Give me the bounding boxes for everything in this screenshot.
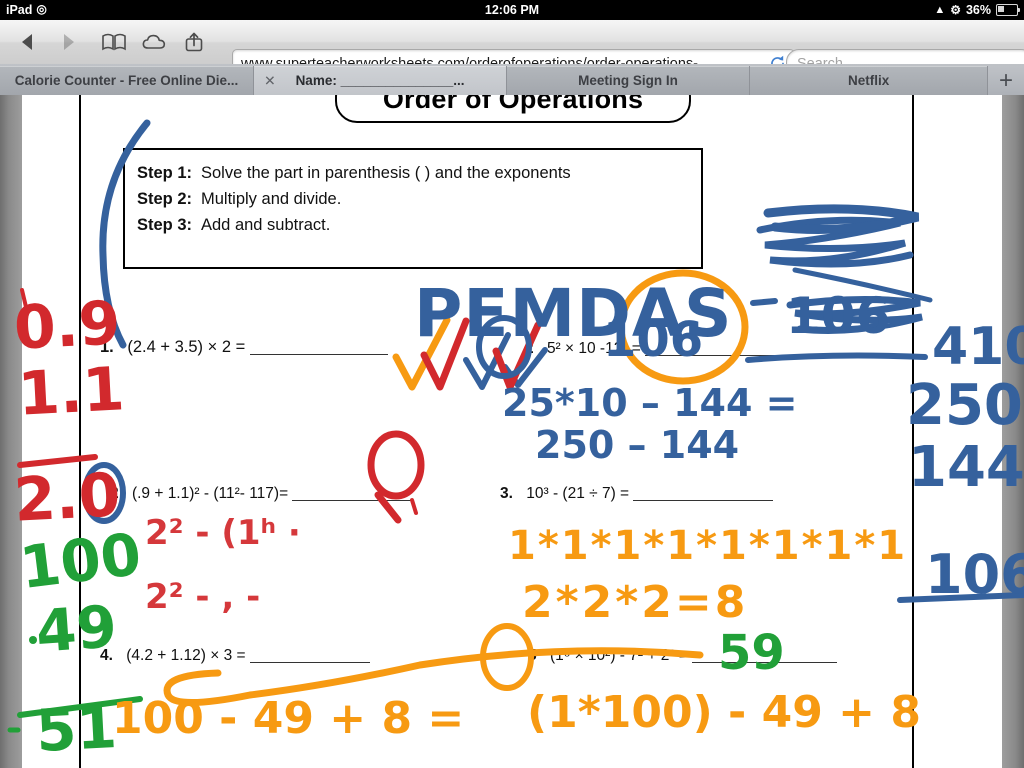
answer-blank[interactable] xyxy=(249,662,370,663)
step-row: Step 3: Add and subtract. xyxy=(137,216,701,235)
answer-blank[interactable] xyxy=(633,500,774,501)
tab-label: Calorie Counter - Free Online Die... xyxy=(14,73,239,88)
icloud-tabs-icon[interactable] xyxy=(134,20,174,64)
forward-arrow-icon[interactable] xyxy=(48,20,88,64)
problem-number: 2 xyxy=(525,340,534,357)
step-row: Step 1: Solve the part in parenthesis ( … xyxy=(137,164,701,183)
battery-percent-label: 36% xyxy=(965,3,991,17)
safari-toolbar: www.superteacherworksheets.com/orderofop… xyxy=(0,20,1024,78)
problem-expression: 10³ - (21 ÷ 7) = xyxy=(526,485,630,502)
problem-4: 4. (4.2 + 1.12) × 3 = xyxy=(100,647,370,665)
step-text: Solve the part in parenthesis ( ) and th… xyxy=(201,164,571,182)
bookmarks-book-icon[interactable] xyxy=(94,20,134,64)
problem-1: 1. (2.4 + 3.5) × 2 = xyxy=(100,338,388,357)
airplay-icon: ▲ xyxy=(934,4,946,16)
problem-expression: (.9 + 1.1)² - (11²- 117)= xyxy=(131,485,289,502)
battery-icon xyxy=(996,4,1021,16)
page-title: Order of Operations xyxy=(335,95,691,123)
answer-blank[interactable] xyxy=(692,662,838,663)
safari-tab-bar: Calorie Counter - Free Online Die... ✕ N… xyxy=(0,64,1024,96)
tab-netflix[interactable]: Netflix xyxy=(750,66,989,95)
problem-5: 5 (1⁸ × 10²) - 7² + 2³ = xyxy=(528,647,838,665)
problem-2-right: 2 5² × 10 -12² = xyxy=(525,340,791,358)
page-right-gutter xyxy=(1002,95,1024,768)
ios-status-bar: iPad ◎ 12:06 PM ▲ ⚙ 36% xyxy=(0,0,1024,20)
status-bar-right: ▲ ⚙ 36% xyxy=(934,3,1021,17)
problem-expression: (4.2 + 1.12) × 3 = xyxy=(126,647,246,664)
problem-number: 2 xyxy=(110,485,119,502)
ipad-safari-screen: iPad ◎ 12:06 PM ▲ ⚙ 36% Calorie Counter … xyxy=(0,0,1024,768)
tab-name-worksheet[interactable]: ✕ Name: _______________... xyxy=(254,66,508,95)
problem-expression: 5² × 10 -12² = xyxy=(546,340,641,357)
problem-2-left: 2 (.9 + 1.1)² - (11²- 117)= xyxy=(110,485,413,503)
step-text: Add and subtract. xyxy=(201,216,331,234)
problem-number: 5 xyxy=(528,647,537,664)
step-text: Multiply and divide. xyxy=(201,190,342,208)
problem-number: 3. xyxy=(500,485,513,502)
web-page-content: Order of Operations Step 1: Solve the pa… xyxy=(0,95,1024,768)
answer-blank[interactable] xyxy=(645,355,791,356)
answer-blank[interactable] xyxy=(249,354,388,355)
problem-3: 3. 10³ - (21 ÷ 7) = xyxy=(500,485,774,503)
back-arrow-icon[interactable] xyxy=(8,20,48,64)
page-left-gutter xyxy=(0,95,22,768)
status-bar-clock: 12:06 PM xyxy=(484,3,540,17)
problem-number: 1. xyxy=(100,338,114,356)
problem-expression: (2.4 + 3.5) × 2 = xyxy=(127,338,246,356)
close-x-icon[interactable]: ✕ xyxy=(264,72,276,89)
step-row: Step 2: Multiply and divide. xyxy=(137,190,701,209)
tab-calorie-counter[interactable]: Calorie Counter - Free Online Die... xyxy=(0,66,254,95)
tab-label: Name: _______________... xyxy=(295,73,465,88)
step-label: Step 2: xyxy=(137,190,193,208)
tab-meeting-sign-in[interactable]: Meeting Sign In xyxy=(507,66,751,95)
problem-number: 4. xyxy=(100,647,113,664)
problem-expression: (1⁸ × 10²) - 7² + 2³ = xyxy=(549,647,688,664)
tab-label: Meeting Sign In xyxy=(578,73,678,88)
tab-label: Netflix xyxy=(847,73,890,88)
steps-instruction-box: Step 1: Solve the part in parenthesis ( … xyxy=(123,148,703,269)
answer-blank[interactable] xyxy=(292,500,413,501)
new-tab-button[interactable]: + xyxy=(988,66,1024,95)
bluetooth-icon: ⚙ xyxy=(950,3,961,17)
step-label: Step 3: xyxy=(137,216,193,234)
share-upload-icon[interactable] xyxy=(174,20,214,64)
step-label: Step 1: xyxy=(137,164,193,182)
